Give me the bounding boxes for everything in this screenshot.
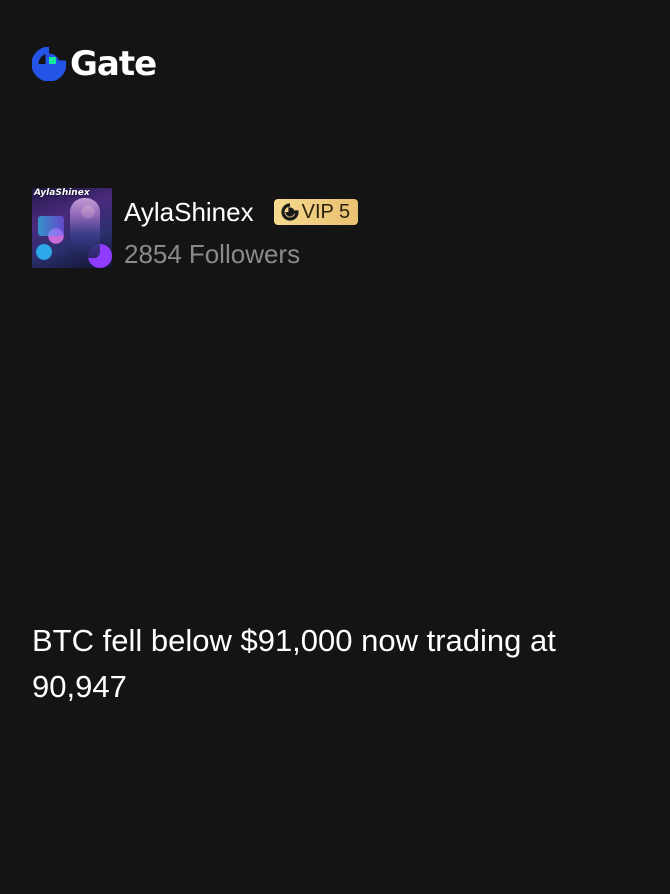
avatar-figure <box>70 198 100 258</box>
author-info: AylaShinex VIP 5 2854 Followers <box>124 188 359 270</box>
author-name[interactable]: AylaShinex <box>124 196 254 228</box>
gate-logo-icon <box>32 47 66 81</box>
author-name-row: AylaShinex VIP 5 <box>124 196 359 228</box>
avatar-glow <box>38 216 64 236</box>
vip-badge: VIP 5 <box>273 199 359 225</box>
followers-count: 2854 <box>124 239 182 269</box>
vip-label: VIP 5 <box>301 201 351 223</box>
followers-line: 2854 Followers <box>124 238 358 270</box>
gate-logo: Gate <box>32 44 157 84</box>
gate-logo-text: Gate <box>70 44 157 84</box>
avatar-caption: AylaShinex <box>34 188 90 198</box>
post-text: BTC fell below $91,000 now trading at 90… <box>32 623 556 704</box>
author-profile[interactable]: AylaShinex AylaShinex VIP 5 2854 Followe… <box>32 188 359 270</box>
followers-label: Followers <box>188 239 301 269</box>
gate-vip-icon <box>281 203 299 221</box>
avatar[interactable]: AylaShinex <box>32 188 112 268</box>
